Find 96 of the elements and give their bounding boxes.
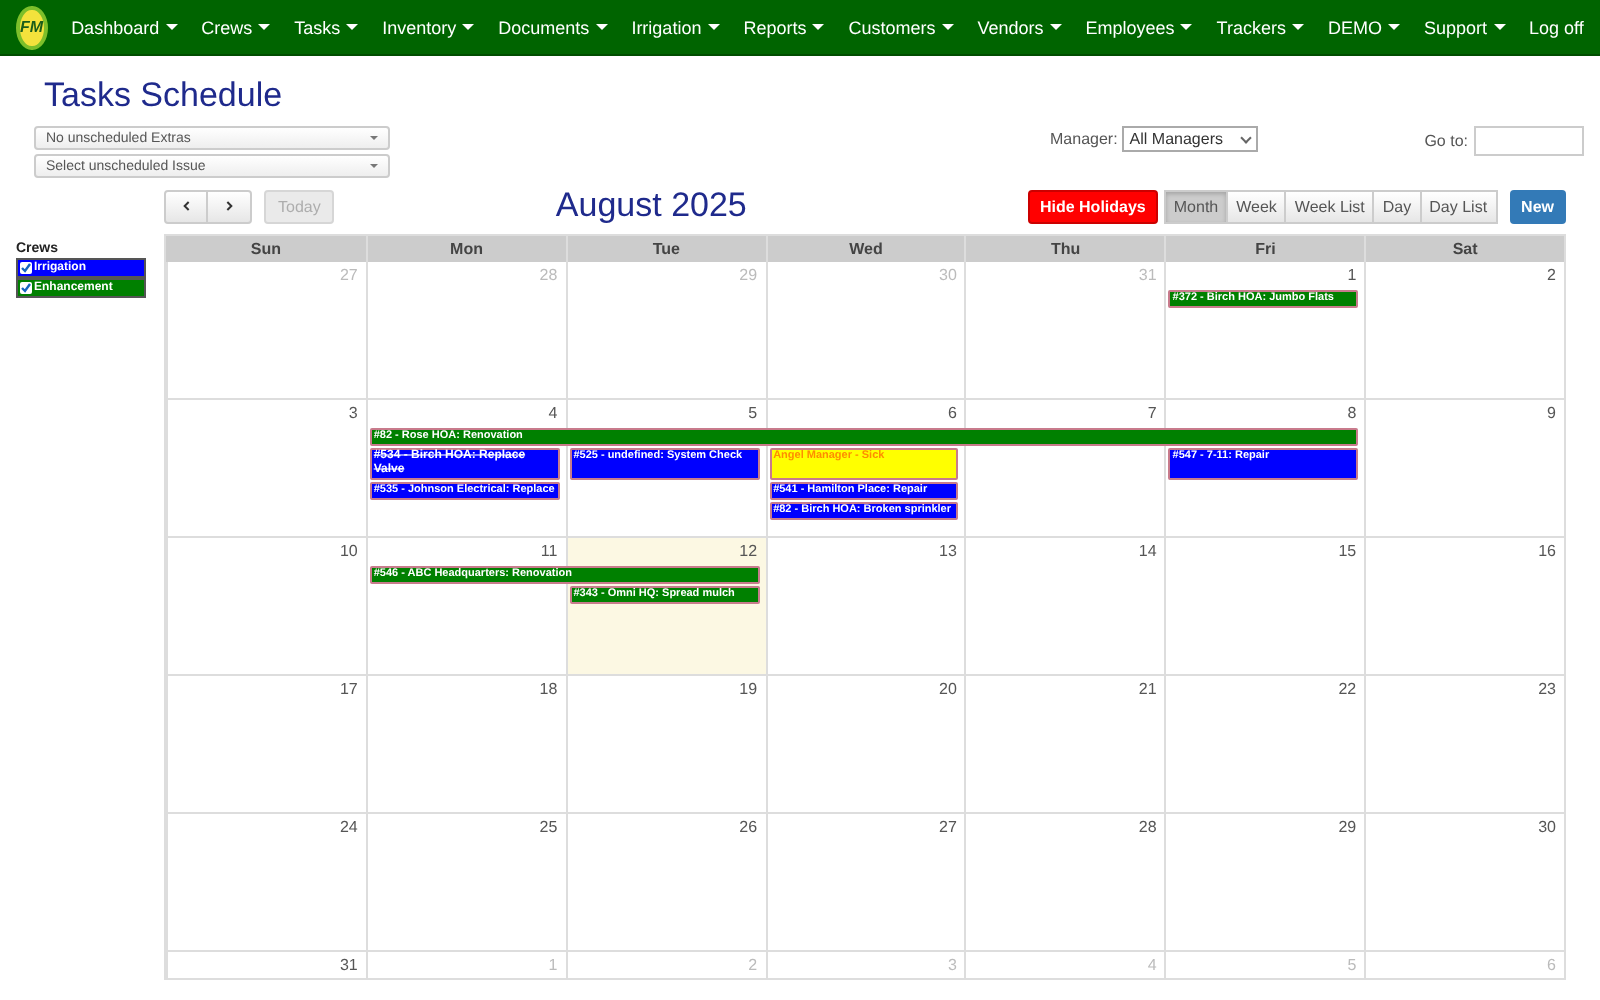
view-tab[interactable]: Day <box>1374 189 1422 223</box>
month-title: August 2025 <box>553 186 749 226</box>
caret-icon <box>370 164 378 168</box>
day-number: 15 <box>1338 542 1357 560</box>
day-number: 1 <box>1347 266 1357 284</box>
next-button[interactable] <box>208 189 252 223</box>
caret-icon <box>595 24 608 30</box>
day-number: 14 <box>1138 542 1157 560</box>
nav-menu-item[interactable]: Inventory <box>370 17 487 37</box>
day-number: 30 <box>1538 818 1556 836</box>
caret-icon <box>941 24 954 30</box>
day-number: 11 <box>540 542 558 560</box>
caret-icon <box>1291 24 1304 30</box>
day-number: 21 <box>1138 680 1157 698</box>
day-number: 27 <box>939 818 957 836</box>
day-number: 10 <box>339 542 358 560</box>
nav-menu-item[interactable]: Tasks <box>282 17 371 37</box>
caret-icon <box>462 24 475 30</box>
day-number: 25 <box>539 818 558 836</box>
day-number: 30 <box>939 266 957 284</box>
day-number: 19 <box>739 680 758 698</box>
caret-icon <box>1049 24 1062 30</box>
day-number: 27 <box>339 266 358 284</box>
day-number: 7 <box>1147 404 1157 422</box>
day-number: 5 <box>748 404 758 422</box>
day-number: 5 <box>1347 956 1357 974</box>
new-button[interactable]: New <box>1509 189 1566 223</box>
caret-icon <box>370 136 378 140</box>
day-number: 2 <box>1547 266 1556 284</box>
view-tab[interactable]: Month <box>1163 189 1229 223</box>
day-number: 29 <box>1338 818 1357 836</box>
day-number: 9 <box>1547 404 1556 422</box>
day-number: 3 <box>348 404 358 422</box>
prev-button[interactable] <box>164 189 208 223</box>
day-number: 16 <box>1538 542 1556 560</box>
page-title: Tasks Schedule <box>44 76 285 116</box>
day-number: 12 <box>739 542 758 560</box>
caret-icon <box>707 24 720 30</box>
nav-menu-item[interactable]: Irrigation <box>619 17 732 37</box>
goto-field[interactable] <box>1474 126 1584 156</box>
manager-label: Manager: <box>1050 130 1118 148</box>
caret-icon <box>1387 24 1400 30</box>
weekday-label: Mon <box>365 236 566 262</box>
nav-menu-item[interactable]: Customers <box>836 17 966 37</box>
nav-menu-item[interactable]: Trackers <box>1204 17 1316 37</box>
day-number: 26 <box>739 818 758 836</box>
day-number: 8 <box>1347 404 1357 422</box>
day-number: 28 <box>1138 818 1157 836</box>
view-tab[interactable]: Day List <box>1421 189 1498 223</box>
day-number: 6 <box>947 404 957 422</box>
checkbox[interactable] <box>20 282 32 294</box>
caret-icon <box>1493 24 1505 30</box>
weekday-label: Sun <box>248 238 283 262</box>
caret-icon <box>346 24 359 30</box>
view-tab[interactable]: Week List <box>1286 189 1375 223</box>
manager-select[interactable]: All Managers <box>1121 126 1259 152</box>
nav-menu-item[interactable]: Support <box>1411 17 1517 37</box>
nav-menu-item[interactable]: Documents <box>486 17 620 37</box>
nav-menu-item[interactable]: Employees <box>1073 17 1205 37</box>
day-number: 28 <box>539 266 558 284</box>
nav-menu-item[interactable]: Dashboard <box>59 17 190 37</box>
day-number: 31 <box>1138 266 1157 284</box>
day-number: 20 <box>939 680 957 698</box>
view-tab[interactable]: Week <box>1228 189 1287 223</box>
day-number: 31 <box>339 956 358 974</box>
nav-menu-item[interactable]: Vendors <box>965 17 1074 37</box>
weekday-label: Fri <box>1164 236 1365 262</box>
day-number: 24 <box>339 818 358 836</box>
caret-icon <box>258 24 271 30</box>
day-number: 29 <box>739 266 758 284</box>
day-number: 22 <box>1338 680 1357 698</box>
caret-icon <box>1180 24 1193 30</box>
weekday-label: Thu <box>964 236 1165 262</box>
day-number: 4 <box>548 404 558 422</box>
day-number: 3 <box>947 956 957 974</box>
nav-menu-item[interactable]: Log off <box>1517 17 1596 37</box>
hide-holidays-button[interactable]: Hide Holidays <box>1027 189 1158 223</box>
day-number: 4 <box>1147 956 1157 974</box>
weekday-label: Sat <box>1364 236 1564 262</box>
day-number: 13 <box>939 542 957 560</box>
goto-label: Go to: <box>1424 132 1468 150</box>
weekday-label: Tue <box>565 236 766 262</box>
day-number: 23 <box>1538 680 1556 698</box>
day-number: 1 <box>548 956 558 974</box>
nav-menu-item[interactable]: DEMO <box>1315 17 1412 37</box>
logo[interactable]: FM <box>16 5 48 49</box>
day-number: 2 <box>748 956 758 974</box>
caret-icon <box>812 24 825 30</box>
day-number: 6 <box>1547 956 1556 974</box>
nav-menu-item[interactable]: Reports <box>731 17 837 37</box>
day-number: 17 <box>339 680 358 698</box>
nav-menu-item[interactable]: Crews <box>189 17 283 37</box>
day-number: 18 <box>539 680 558 698</box>
caret-icon <box>165 24 178 30</box>
weekday-label: Wed <box>765 236 965 262</box>
checkbox[interactable] <box>20 262 32 274</box>
